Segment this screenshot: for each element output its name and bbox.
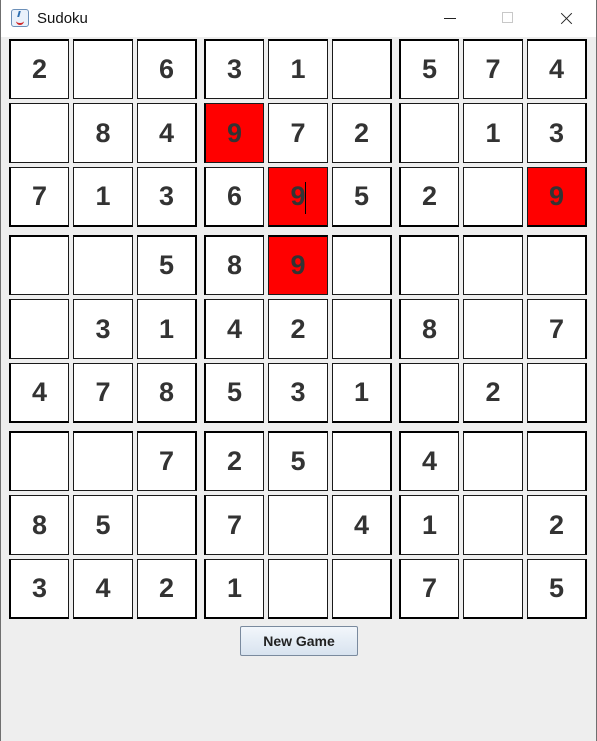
sudoku-cell[interactable]: 3	[527, 103, 587, 163]
sudoku-cell[interactable]: 7	[137, 431, 197, 491]
close-button[interactable]	[537, 0, 595, 37]
sudoku-cell[interactable]	[332, 299, 392, 359]
sudoku-cell[interactable]: 1	[332, 363, 392, 423]
sudoku-cell[interactable]: 5	[137, 235, 197, 295]
sudoku-cell[interactable]: 3	[137, 167, 197, 227]
sudoku-cell[interactable]	[137, 495, 197, 555]
sudoku-cell[interactable]: 7	[527, 299, 587, 359]
sudoku-cell[interactable]: 2	[204, 431, 264, 491]
sudoku-cell[interactable]: 6	[137, 39, 197, 99]
sudoku-cell[interactable]: 4	[332, 495, 392, 555]
sudoku-grid: 2631574849721371369529589314287478531272…	[9, 39, 591, 622]
sudoku-cell[interactable]: 4	[399, 431, 459, 491]
sudoku-cell[interactable]: 1	[137, 299, 197, 359]
sudoku-cell[interactable]	[9, 235, 69, 295]
sudoku-cell[interactable]: 7	[73, 363, 133, 423]
sudoku-cell[interactable]: 1	[73, 167, 133, 227]
sudoku-cell[interactable]: 7	[268, 103, 328, 163]
sudoku-cell[interactable]: 4	[9, 363, 69, 423]
sudoku-cell[interactable]	[463, 431, 523, 491]
sudoku-cell[interactable]	[463, 167, 523, 227]
sudoku-cell[interactable]	[9, 103, 69, 163]
sudoku-cell[interactable]: 7	[399, 559, 459, 619]
sudoku-cell[interactable]: 7	[9, 167, 69, 227]
sudoku-cell[interactable]: 2	[463, 363, 523, 423]
java-app-icon	[11, 9, 29, 27]
sudoku-cell[interactable]: 6	[204, 167, 264, 227]
sudoku-cell[interactable]	[399, 103, 459, 163]
sudoku-cell[interactable]	[9, 431, 69, 491]
sudoku-cell[interactable]: 1	[463, 103, 523, 163]
sudoku-cell[interactable]	[268, 495, 328, 555]
sudoku-cell[interactable]: 9	[204, 103, 264, 163]
sudoku-cell[interactable]	[463, 495, 523, 555]
sudoku-cell[interactable]	[332, 559, 392, 619]
sudoku-cell[interactable]	[73, 39, 133, 99]
new-game-button[interactable]: New Game	[240, 626, 358, 656]
sudoku-cell[interactable]	[9, 299, 69, 359]
sudoku-cell[interactable]	[399, 235, 459, 295]
sudoku-cell[interactable]	[268, 559, 328, 619]
sudoku-cell[interactable]	[73, 431, 133, 491]
sudoku-cell[interactable]: 4	[137, 103, 197, 163]
sudoku-cell[interactable]	[332, 235, 392, 295]
maximize-button[interactable]	[479, 0, 537, 37]
sudoku-cell[interactable]: 9	[268, 235, 328, 295]
title-bar: Sudoku	[1, 0, 596, 37]
sudoku-cell[interactable]: 5	[204, 363, 264, 423]
sudoku-cell[interactable]: 7	[463, 39, 523, 99]
sudoku-cell[interactable]: 9	[268, 167, 328, 227]
sudoku-cell[interactable]: 8	[204, 235, 264, 295]
sudoku-cell[interactable]: 8	[137, 363, 197, 423]
sudoku-cell[interactable]	[73, 235, 133, 295]
minimize-button[interactable]	[421, 0, 479, 37]
sudoku-cell[interactable]: 3	[73, 299, 133, 359]
sudoku-cell[interactable]: 4	[527, 39, 587, 99]
sudoku-cell[interactable]: 2	[268, 299, 328, 359]
sudoku-cell[interactable]: 3	[9, 559, 69, 619]
sudoku-cell[interactable]: 4	[73, 559, 133, 619]
sudoku-cell[interactable]: 5	[332, 167, 392, 227]
sudoku-cell[interactable]: 5	[268, 431, 328, 491]
sudoku-cell[interactable]	[463, 559, 523, 619]
sudoku-cell[interactable]	[463, 235, 523, 295]
sudoku-cell[interactable]	[332, 39, 392, 99]
sudoku-cell[interactable]: 1	[204, 559, 264, 619]
sudoku-cell[interactable]: 3	[268, 363, 328, 423]
sudoku-cell[interactable]: 2	[9, 39, 69, 99]
sudoku-cell[interactable]	[527, 235, 587, 295]
text-caret	[305, 182, 306, 214]
sudoku-cell[interactable]	[527, 431, 587, 491]
sudoku-cell[interactable]: 2	[137, 559, 197, 619]
sudoku-cell[interactable]	[332, 431, 392, 491]
sudoku-cell[interactable]: 8	[399, 299, 459, 359]
sudoku-cell[interactable]: 5	[73, 495, 133, 555]
sudoku-cell[interactable]: 8	[9, 495, 69, 555]
sudoku-cell[interactable]: 7	[204, 495, 264, 555]
sudoku-window: Sudoku 263157484972137136952958931428747…	[0, 0, 597, 741]
sudoku-cell[interactable]: 9	[527, 167, 587, 227]
sudoku-cell[interactable]	[399, 363, 459, 423]
sudoku-cell[interactable]: 2	[332, 103, 392, 163]
sudoku-cell[interactable]: 4	[204, 299, 264, 359]
sudoku-cell[interactable]	[463, 299, 523, 359]
sudoku-cell[interactable]: 1	[268, 39, 328, 99]
sudoku-cell[interactable]: 8	[73, 103, 133, 163]
sudoku-cell[interactable]: 3	[204, 39, 264, 99]
sudoku-cell[interactable]: 2	[399, 167, 459, 227]
window-title: Sudoku	[37, 10, 88, 27]
sudoku-cell[interactable]: 5	[527, 559, 587, 619]
sudoku-cell[interactable]: 5	[399, 39, 459, 99]
sudoku-cell[interactable]	[527, 363, 587, 423]
sudoku-cell[interactable]: 1	[399, 495, 459, 555]
sudoku-cell[interactable]: 2	[527, 495, 587, 555]
